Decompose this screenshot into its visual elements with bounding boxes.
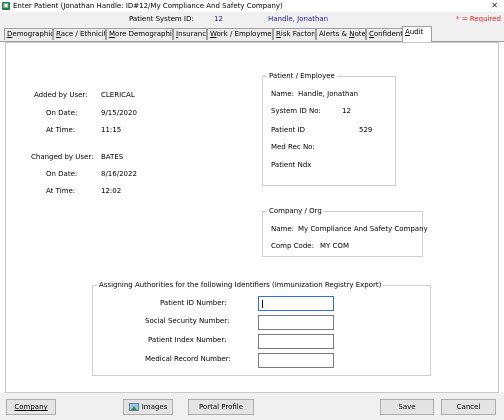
patient-group-legend: Patient / Employee	[267, 72, 337, 80]
tab-work-employment[interactable]: Work / Employment	[207, 28, 273, 40]
tab-race-ethnicity[interactable]: Race / Ethnicity	[53, 28, 106, 40]
company-org-group: Company / Org Name: My Compliance And Sa…	[262, 207, 428, 257]
company-name: My Compliance And Safety Company	[298, 225, 428, 233]
patient-id-number-label: Patient ID Number:	[160, 299, 227, 307]
changed-date-label: On Date:	[46, 170, 78, 178]
changed-date-value: 8/16/2022	[101, 170, 137, 178]
company-group-legend: Company / Org	[267, 207, 324, 215]
portal-profile-button[interactable]: Portal Profile	[188, 399, 254, 415]
patient-system-id-label: Patient System ID:	[129, 15, 194, 23]
patient-name-label: Name:	[271, 90, 295, 98]
ssn-input[interactable]	[258, 315, 334, 330]
assigning-authorities-group: Assigning Authorities for the following …	[92, 281, 431, 376]
added-date-label: On Date:	[46, 109, 78, 117]
medical-record-number-input[interactable]	[258, 353, 334, 368]
added-by-label: Added by User:	[34, 91, 88, 99]
required-legend: * = Required	[456, 15, 501, 23]
tab-demographics[interactable]: Demographics	[4, 28, 53, 40]
tab-risk-factors[interactable]: Risk Factors	[273, 28, 316, 40]
system-id-label: System ID No:	[271, 107, 321, 115]
company-name-label: Name:	[271, 225, 295, 233]
image-icon	[128, 403, 139, 411]
tab-alerts-notes[interactable]: Alerts & Notes	[316, 28, 366, 40]
tab-more-demographics[interactable]: More Demographics	[106, 28, 173, 40]
patient-id-number-input[interactable]	[258, 296, 334, 311]
cancel-button[interactable]: Cancel	[441, 399, 496, 415]
added-time-label: At Time:	[46, 126, 76, 134]
patient-info-bar: Patient System ID: 12 Handle, Jonathan *…	[0, 12, 504, 26]
patient-name-value: Handle, Jonathan	[268, 15, 329, 23]
tab-strip: Demographics Race / Ethnicity More Demog…	[0, 26, 504, 42]
med-rec-label: Med Rec No:	[271, 143, 315, 151]
app-icon: ▣	[2, 2, 10, 10]
button-bar: Company Images Portal Profile Save Cance…	[0, 393, 504, 420]
company-code-label: Comp Code:	[271, 242, 314, 250]
images-button[interactable]: Images	[123, 399, 173, 415]
window-title: Enter Patient (Jonathan Handle: ID#12/My…	[13, 2, 283, 10]
changed-time-label: At Time:	[46, 187, 76, 195]
authorities-legend: Assigning Authorities for the following …	[97, 281, 384, 289]
changed-by-label: Changed by User:	[31, 153, 94, 161]
ssn-label: Social Security Number:	[145, 317, 230, 325]
text-caret	[262, 300, 263, 308]
patient-name: Handle, Jonathan	[298, 90, 359, 98]
changed-time-value: 12:02	[101, 187, 122, 195]
medical-record-number-label: Medical Record Number:	[145, 355, 231, 363]
patient-employee-group: Patient / Employee Name: Handle, Jonatha…	[262, 72, 396, 186]
save-button[interactable]: Save	[380, 399, 434, 415]
company-button[interactable]: Company	[6, 399, 56, 415]
added-by-value: CLERICAL	[101, 91, 135, 99]
patient-id-value: 529	[359, 126, 373, 134]
patient-index-number-label: Patient Index Number:	[148, 336, 227, 344]
tab-insurance[interactable]: Insurance	[173, 28, 207, 40]
added-time-value: 11:15	[101, 126, 122, 134]
audit-panel: Added by User: CLERICAL On Date: 9/15/20…	[5, 42, 499, 393]
added-date-value: 9/15/2020	[101, 109, 137, 117]
patient-id-label: Patient ID	[271, 126, 306, 134]
patient-system-id-value: 12	[214, 15, 223, 23]
close-icon[interactable]: ✕	[491, 1, 498, 10]
patient-index-number-input[interactable]	[258, 334, 334, 349]
patient-ndx-label: Patient Ndx	[271, 161, 312, 169]
company-code: MY COM	[320, 242, 349, 250]
tab-audit[interactable]: Audit	[402, 26, 432, 42]
changed-by-value: BATES	[101, 153, 124, 161]
system-id-value: 12	[342, 107, 351, 115]
